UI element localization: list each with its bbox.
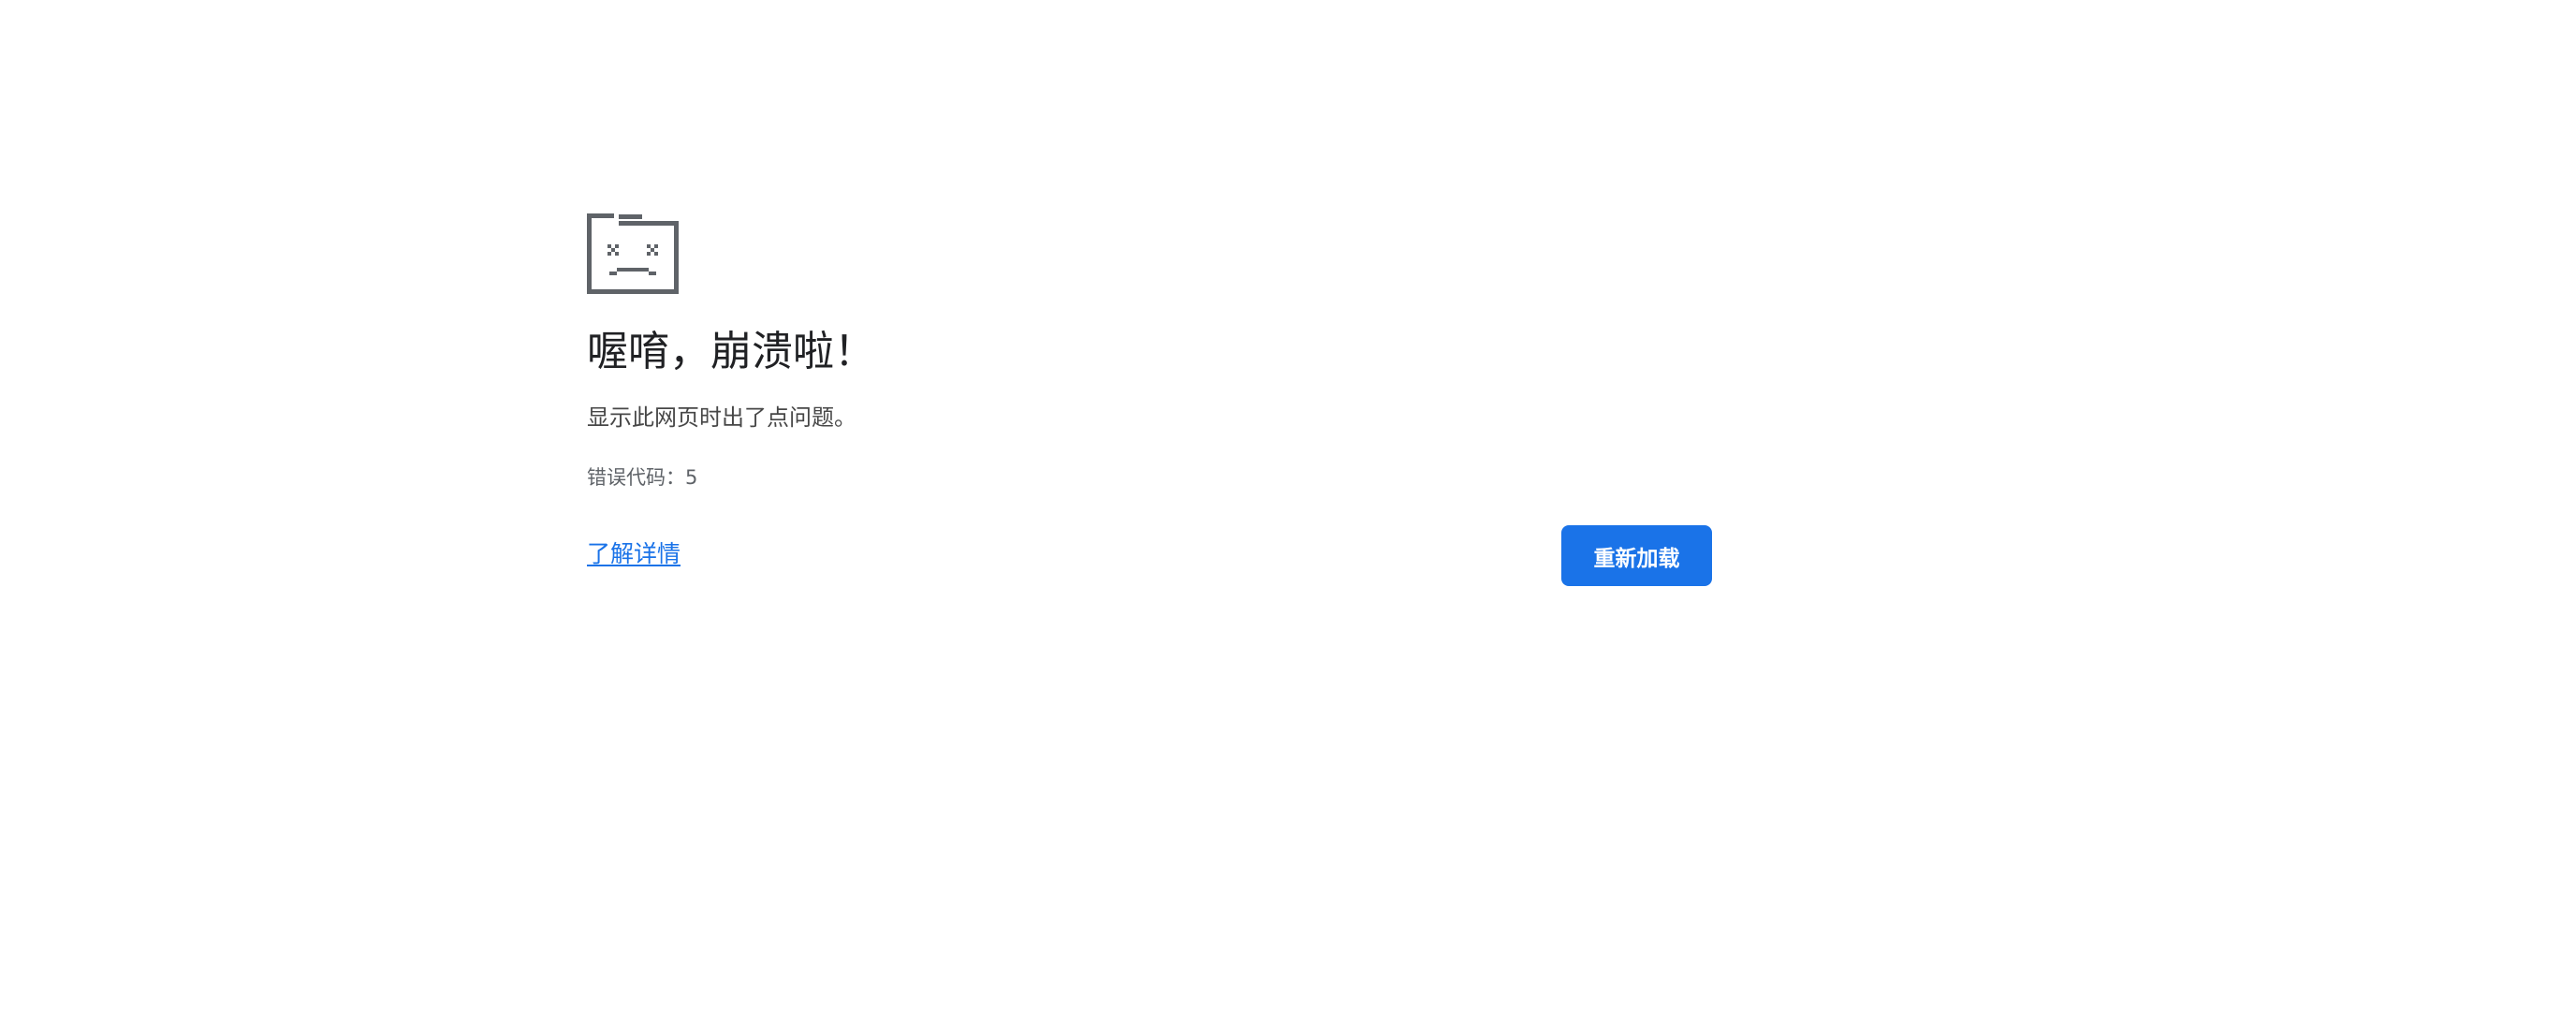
error-headline: 喔唷，崩溃啦！ (587, 328, 875, 375)
browser-error-page: 喔唷，崩溃啦！ 显示此网页时出了点问题。 错误代码：5 了解详情 重新加载 (0, 0, 2576, 1028)
learn-more-link[interactable]: 了解详情 (587, 539, 681, 570)
error-content: 喔唷，崩溃啦！ 显示此网页时出了点问题。 错误代码：5 了解详情 重新加载 (587, 213, 1712, 586)
error-code: 错误代码：5 (587, 466, 698, 489)
reload-button[interactable]: 重新加载 (1561, 525, 1712, 586)
sad-tab-folder-icon (587, 213, 679, 294)
error-message: 显示此网页时出了点问题。 (587, 404, 856, 431)
